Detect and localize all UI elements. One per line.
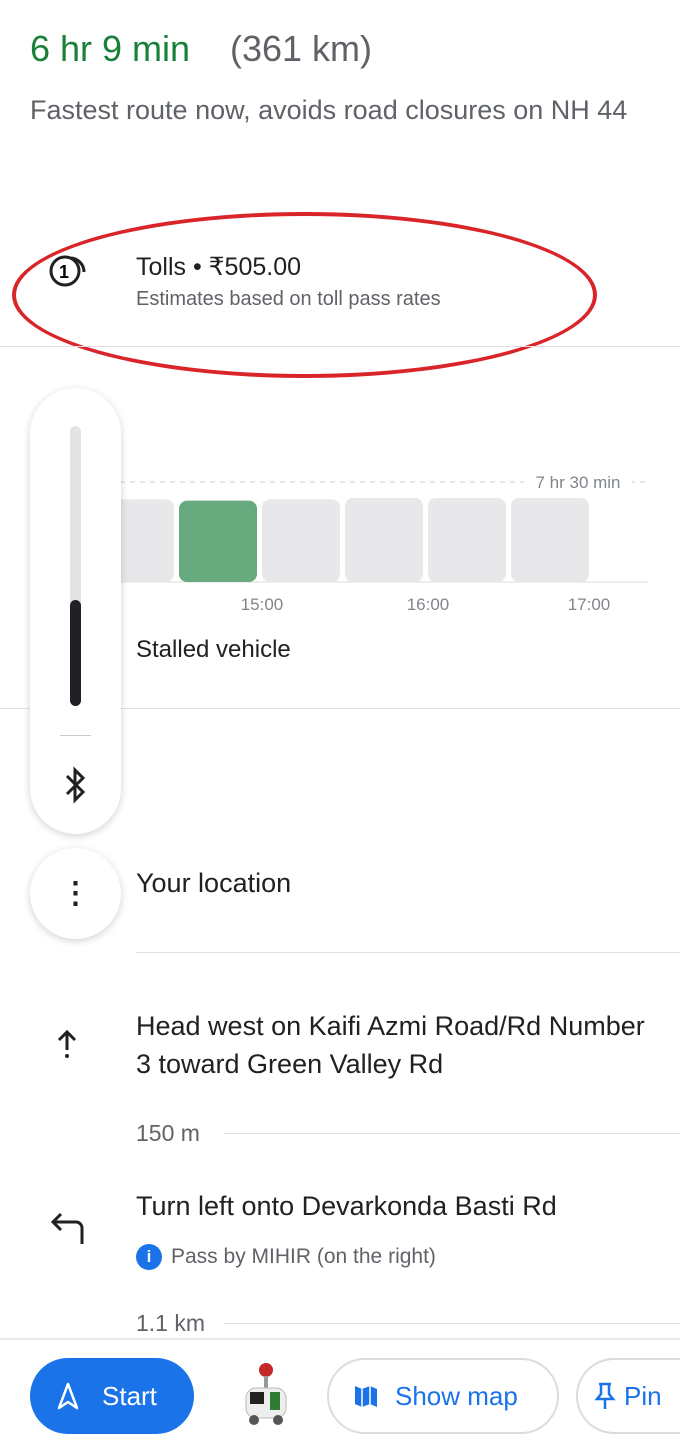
chart-bar[interactable] bbox=[428, 498, 506, 582]
zoom-control[interactable] bbox=[30, 388, 121, 834]
route-duration: 6 hr 9 min bbox=[30, 28, 191, 69]
step-note: Pass by MIHIR (on the right) bbox=[171, 1245, 436, 1268]
step-instruction[interactable]: Head west on Kaifi Azmi Road/Rd Number 3… bbox=[136, 1007, 656, 1083]
incident-label: Stalled vehicle bbox=[136, 636, 291, 663]
annotation-ellipse bbox=[12, 212, 597, 378]
more-options-button[interactable]: ⋮ bbox=[30, 848, 121, 939]
divider bbox=[224, 1133, 680, 1134]
navigation-icon bbox=[57, 1382, 79, 1410]
divider bbox=[0, 346, 680, 347]
divider bbox=[136, 952, 680, 953]
chart-bar[interactable] bbox=[179, 500, 257, 582]
route-description: Fastest route now, avoids road closures … bbox=[30, 95, 628, 125]
info-icon: i bbox=[136, 1244, 162, 1270]
pin-button[interactable]: Pin bbox=[576, 1358, 680, 1434]
reference-label: 7 hr 30 min bbox=[535, 473, 620, 492]
zoom-slider[interactable] bbox=[70, 426, 81, 706]
show-map-label: Show map bbox=[395, 1380, 518, 1411]
divider bbox=[224, 1323, 680, 1324]
step-distance: 150 m bbox=[136, 1120, 200, 1146]
divider bbox=[60, 735, 91, 736]
pin-icon bbox=[594, 1382, 616, 1409]
map-icon bbox=[355, 1386, 377, 1407]
start-label: Start bbox=[102, 1380, 157, 1411]
show-map-button[interactable]: Show map bbox=[327, 1358, 559, 1434]
bluetooth-icon[interactable] bbox=[62, 766, 90, 809]
pin-label: Pin bbox=[624, 1380, 662, 1411]
x-tick-label: 17:00 bbox=[568, 595, 611, 614]
street-view-car-icon[interactable] bbox=[240, 1362, 292, 1433]
chart-bar[interactable] bbox=[262, 499, 340, 582]
action-bar: Start Show map Pin bbox=[0, 1338, 680, 1446]
step-instruction[interactable]: Turn left onto Devarkonda Basti Rd bbox=[136, 1187, 656, 1225]
turn-left-icon bbox=[48, 1210, 88, 1251]
x-tick-label: 16:00 bbox=[407, 595, 450, 614]
step-your-location[interactable]: Your location bbox=[136, 864, 656, 902]
arrow-up-icon bbox=[54, 1026, 80, 1067]
start-button[interactable]: Start bbox=[30, 1358, 194, 1434]
step-distance: 1.1 km bbox=[136, 1310, 206, 1336]
more-vert-icon: ⋮ bbox=[60, 877, 91, 910]
route-distance: (361 km) bbox=[230, 28, 373, 69]
chart-bar[interactable] bbox=[345, 498, 423, 582]
zoom-slider-fill bbox=[70, 599, 81, 706]
chart-bar[interactable] bbox=[511, 498, 589, 582]
x-tick-label: 15:00 bbox=[241, 595, 284, 614]
